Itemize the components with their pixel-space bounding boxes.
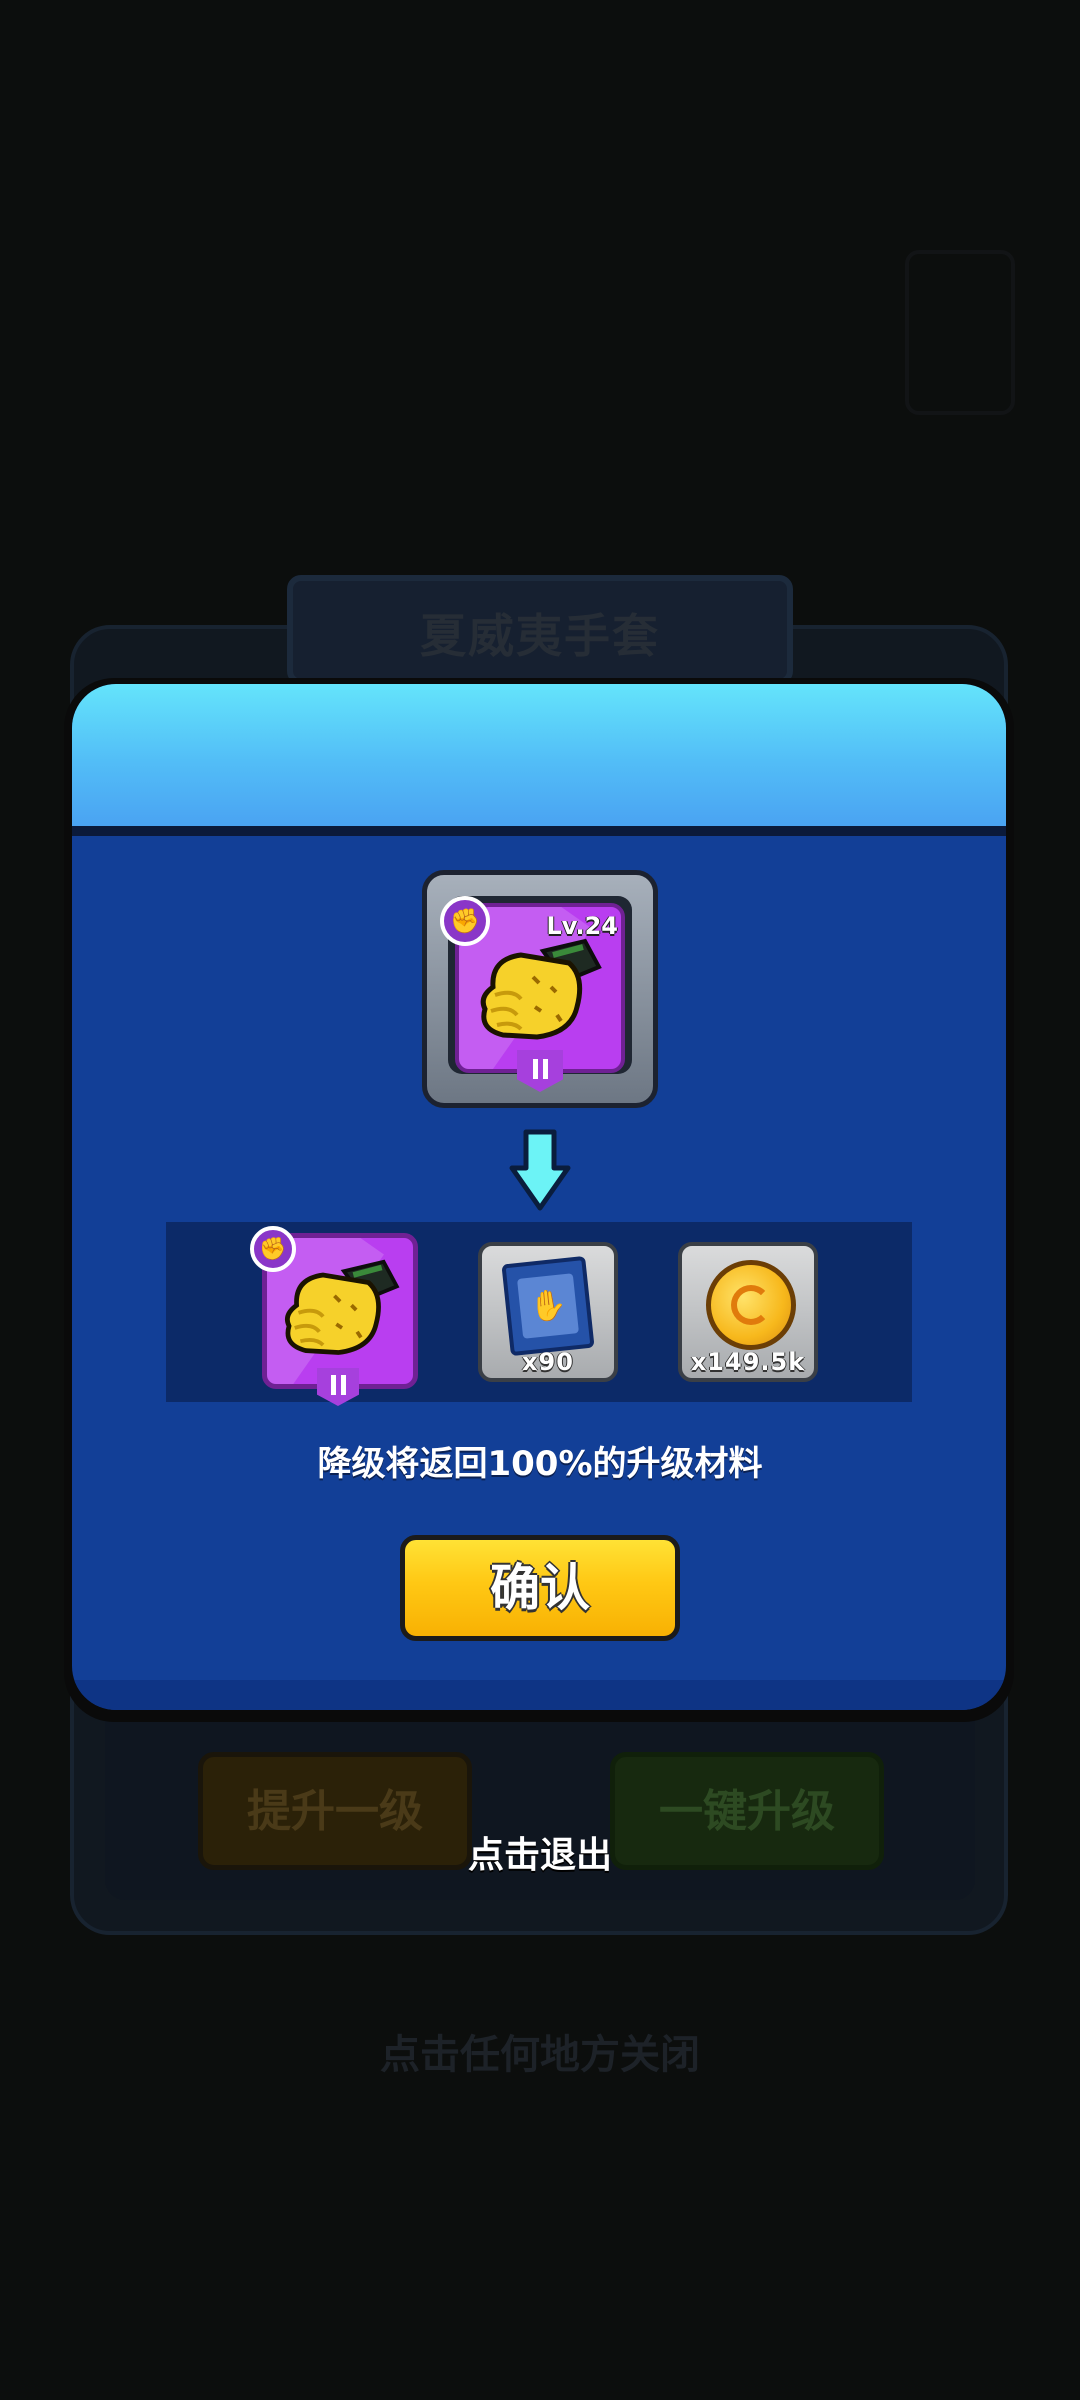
downgrade-description: 降级将返回100%的升级材料 (317, 1444, 763, 1484)
gold-coin-icon (706, 1260, 796, 1350)
down-arrow-icon (509, 1129, 571, 1211)
dialog-bottom-edge (72, 1680, 1006, 1710)
confirm-button[interactable]: 确认 (400, 1535, 680, 1641)
glove-icon (285, 1259, 400, 1355)
gold-quantity: x149.5k (690, 1348, 806, 1376)
background-close-hint: 点击任何地方关闭 (380, 2032, 700, 2078)
fist-type-icon: ✊ (440, 896, 490, 946)
returned-gold-card[interactable]: x149.5k (678, 1242, 818, 1382)
item-level-label: Lv.24 (546, 912, 619, 940)
background-side-panel (905, 250, 1015, 415)
background-panel-title: 夏威夷手套 (420, 609, 660, 663)
glove-blueprint-icon: ✋ (501, 1255, 595, 1357)
tap-to-exit-hint[interactable]: 点击退出 (0, 1826, 1080, 1878)
returned-blueprint-card[interactable]: ✋ x90 (478, 1242, 618, 1382)
fist-type-icon: ✊ (250, 1226, 296, 1272)
dialog-header-divider (72, 826, 1006, 836)
dialog-header (72, 684, 1006, 826)
blueprint-quantity: x90 (522, 1348, 574, 1376)
glove-icon (480, 938, 602, 1040)
